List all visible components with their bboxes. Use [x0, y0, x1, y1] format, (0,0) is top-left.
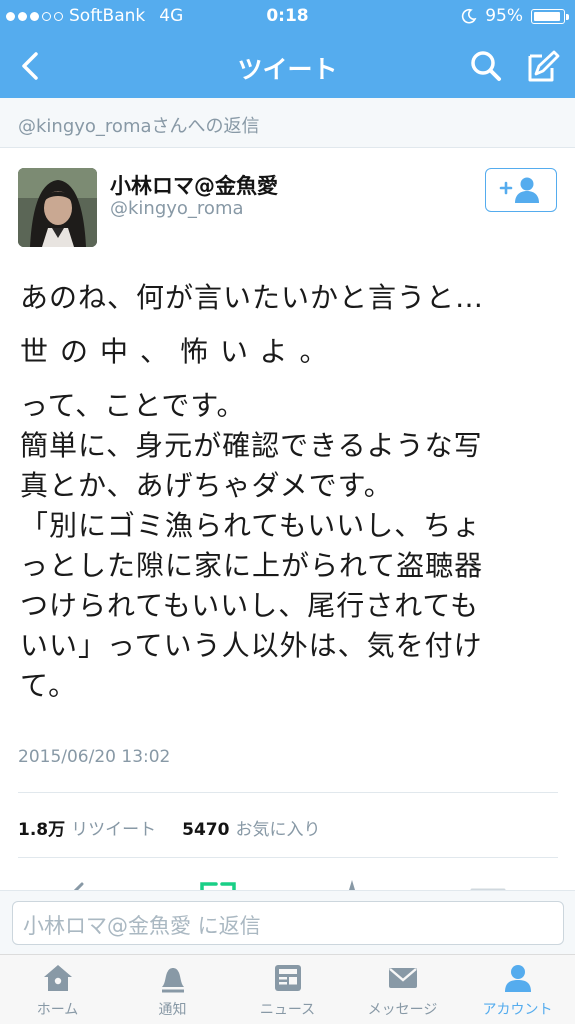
tab-account[interactable]: アカウント — [460, 961, 575, 1023]
battery-icon — [531, 8, 569, 24]
tweet-line: 簡単に、身元が確認できるような写 — [20, 429, 483, 462]
search-icon[interactable] — [466, 46, 506, 86]
home-icon — [43, 965, 72, 991]
tweet-stats: 1.8万 リツイート 5470 お気に入り — [18, 815, 320, 840]
tab-home[interactable]: ホーム — [0, 961, 115, 1023]
news-icon — [274, 965, 301, 991]
tweet-actions — [0, 872, 575, 892]
tweet-line: って、ことです。 — [20, 389, 246, 422]
moon-icon — [462, 8, 477, 24]
user-handle[interactable]: @kingyo_roma — [110, 198, 244, 219]
tab-news[interactable]: ニュース — [230, 961, 345, 1023]
tweet-line: つけられてもいいし、尾行されても — [20, 589, 479, 622]
tweet-line: 真とか、あげちゃダメです。 — [20, 469, 393, 502]
nav-bar: ツイート — [0, 34, 575, 98]
tweet-timestamp: 2015/06/20 13:02 — [18, 747, 171, 767]
compose-icon[interactable] — [522, 46, 562, 86]
display-name[interactable]: 小林ロマ@金魚愛 — [110, 170, 278, 200]
retweet-count[interactable]: 1.8万 — [18, 815, 65, 840]
reply-bar: 小林ロマ@金魚愛 に返信 — [0, 890, 575, 954]
tab-messages[interactable]: メッセージ — [345, 961, 460, 1023]
tab-label: 通知 — [158, 1002, 187, 1018]
tab-label: アカウント — [482, 1002, 553, 1018]
add-user-icon — [499, 177, 539, 203]
bell-icon — [161, 968, 184, 993]
favorite-label[interactable]: お気に入り — [235, 815, 320, 840]
battery-percent: 95% — [485, 6, 523, 26]
tweet-line: いい」っていう人以外は、気を付け — [20, 629, 483, 662]
avatar[interactable] — [18, 168, 97, 247]
tweet-line: 「別にゴミ漁られてもいいし、ちょ — [20, 509, 482, 542]
tweet-text: あのね、何が言いたいかと言うと… 世の中、怖いよ。 って、ことです。 簡単に、身… — [20, 278, 560, 706]
tab-bar: ホーム 通知 ニュース メッセージ アカウント — [0, 954, 575, 1024]
envelope-icon — [388, 968, 417, 988]
divider — [18, 857, 558, 858]
divider — [18, 792, 558, 793]
tweet-line: 世の中、怖いよ。 — [20, 335, 340, 368]
account-icon — [504, 965, 531, 992]
tab-label: ホーム — [36, 1002, 79, 1018]
reply-context[interactable]: @kingyo_romaさんへの返信 — [0, 98, 575, 148]
favorite-count[interactable]: 5470 — [182, 820, 229, 840]
tab-notifications[interactable]: 通知 — [115, 961, 230, 1023]
tab-label: ニュース — [259, 1002, 316, 1018]
reply-input[interactable]: 小林ロマ@金魚愛 に返信 — [12, 901, 564, 945]
tweet-line: っとした隙に家に上がられて盗聴器 — [20, 549, 484, 582]
follow-button[interactable] — [485, 168, 557, 212]
tweet-line: て。 — [20, 669, 78, 702]
tweet-line: あのね、何が言いたいかと言うと… — [20, 281, 485, 314]
retweet-label[interactable]: リツイート — [71, 815, 156, 840]
tab-label: メッセージ — [367, 1002, 438, 1018]
status-bar: SoftBank 4G 0:18 95% — [0, 0, 575, 34]
